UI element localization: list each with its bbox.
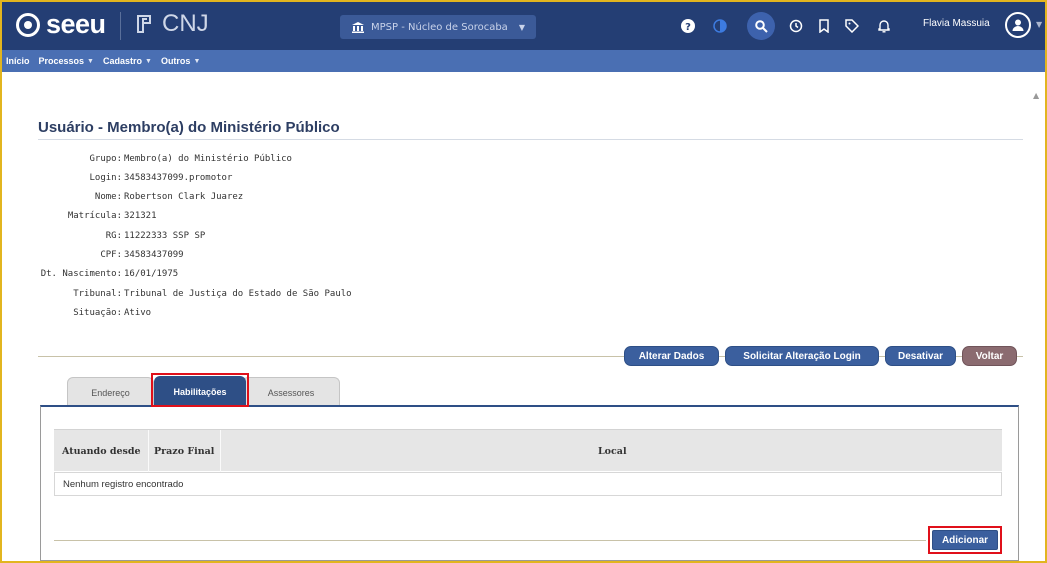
- voltar-button[interactable]: Voltar: [962, 346, 1017, 366]
- menu-outros[interactable]: Outros ▼: [161, 56, 200, 66]
- cnj-emblem-icon: [137, 15, 151, 33]
- column-divider: [220, 430, 221, 472]
- cnj-logo-text: CNJ: [162, 10, 209, 37]
- title-divider: [38, 139, 1023, 140]
- help-icon[interactable]: ?: [678, 16, 698, 36]
- tag-icon[interactable]: [842, 16, 862, 36]
- tab-endereco[interactable]: Endereço: [67, 377, 154, 407]
- desativar-button[interactable]: Desativar: [885, 346, 956, 366]
- top-bar: seeu CNJ MPSP - Núcleo de Sorocaba ▼ ? F…: [2, 2, 1045, 50]
- bookmark-icon[interactable]: [814, 16, 834, 36]
- column-divider: [148, 430, 149, 472]
- info-row-grupo: Grupo: Membro(a) do Ministério Público: [89, 154, 292, 164]
- svg-text:?: ?: [685, 22, 691, 33]
- page-title: Usuário - Membro(a) do Ministério Públic…: [38, 119, 340, 136]
- seeu-logo[interactable]: seeu: [16, 9, 106, 40]
- info-row-nome: Nome: Robertson Clark Juarez: [94, 192, 244, 202]
- chevron-down-icon: ▼: [193, 57, 201, 65]
- menu-inicio[interactable]: Início: [6, 56, 30, 66]
- info-row-cpf: CPF: 34583437099: [100, 250, 184, 260]
- table-header: Atuando desde Prazo Final Local: [54, 429, 1002, 472]
- info-row-rg: RG: 11222333 SSP SP: [105, 231, 206, 241]
- bell-icon[interactable]: [874, 16, 894, 36]
- column-header[interactable]: Atuando desde: [62, 430, 141, 472]
- scroll-up-icon[interactable]: ▲: [1033, 91, 1039, 100]
- unit-selector[interactable]: MPSP - Núcleo de Sorocaba ▼: [340, 15, 536, 39]
- app-window: seeu CNJ MPSP - Núcleo de Sorocaba ▼ ? F…: [0, 0, 1047, 563]
- user-name[interactable]: Flavia Massuia: [923, 18, 990, 29]
- history-icon[interactable]: [786, 16, 806, 36]
- seeu-logo-text: seeu: [46, 9, 106, 39]
- user-avatar-icon[interactable]: [1005, 12, 1031, 38]
- info-row-login: Login: 34583437099.promotor: [89, 173, 233, 183]
- info-row-nascimento: Dt. Nascimento: 16/01/1975: [40, 269, 179, 279]
- solicitar-alteracao-login-button[interactable]: Solicitar Alteração Login: [725, 346, 879, 366]
- court-building-icon: [352, 21, 364, 33]
- contrast-icon[interactable]: [710, 16, 730, 36]
- empty-message: Nenhum registro encontrado: [63, 478, 184, 490]
- column-header[interactable]: Prazo Final: [154, 430, 214, 472]
- main-menu: Início Processos ▼ Cadastro ▼ Outros ▼: [2, 50, 1045, 72]
- info-row-tribunal: Tribunal: Tribunal de Justiça do Estado d…: [73, 289, 352, 299]
- menu-cadastro[interactable]: Cadastro ▼: [103, 56, 152, 66]
- info-row-situacao: Situação: Ativo: [73, 308, 152, 318]
- cnj-logo: CNJ: [134, 10, 209, 38]
- search-icon[interactable]: [747, 12, 775, 40]
- user-menu-chevron-icon[interactable]: ▼: [1036, 20, 1042, 29]
- tab-assessores[interactable]: Assessores: [242, 377, 340, 407]
- chevron-down-icon: ▼: [145, 57, 152, 65]
- column-header[interactable]: Local: [598, 430, 627, 472]
- info-row-matricula: Matrícula: 321321: [67, 211, 157, 221]
- highlight-box: [151, 373, 249, 407]
- menu-processos[interactable]: Processos ▼: [39, 56, 94, 66]
- alterar-dados-button[interactable]: Alterar Dados: [624, 346, 719, 366]
- table-row: Nenhum registro encontrado: [54, 472, 1002, 496]
- chevron-down-icon: ▼: [518, 22, 525, 32]
- header-divider: [120, 12, 121, 40]
- panel-divider: [54, 540, 926, 541]
- unit-selector-label: MPSP - Núcleo de Sorocaba: [371, 21, 508, 33]
- seeu-logo-icon: [16, 12, 40, 37]
- chevron-down-icon: ▼: [87, 57, 94, 65]
- highlight-box: [928, 526, 1002, 554]
